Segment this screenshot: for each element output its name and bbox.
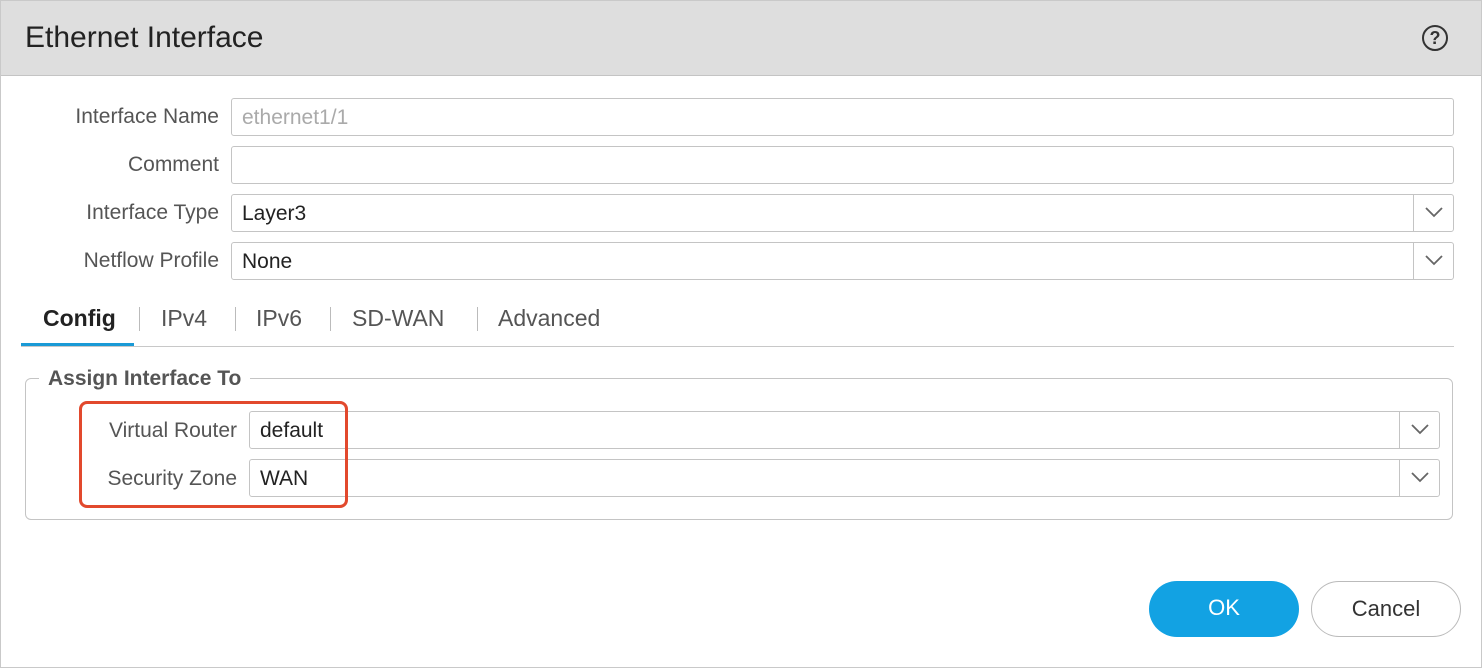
cancel-button[interactable]: Cancel (1311, 581, 1461, 637)
interface-type-label: Interface Type (86, 201, 219, 224)
tab-separator (330, 307, 331, 331)
virtual-router-select[interactable]: default (249, 411, 1440, 449)
dialog-titlebar: Ethernet Interface ? (1, 1, 1481, 76)
comment-label: Comment (127, 153, 219, 176)
tab-ipv4[interactable]: IPv4 (161, 305, 207, 332)
tab-ipv6[interactable]: IPv6 (256, 305, 302, 332)
tab-separator (139, 307, 140, 331)
netflow-profile-value: None (242, 250, 293, 273)
tab-divider (21, 346, 1454, 347)
tab-advanced[interactable]: Advanced (498, 305, 600, 332)
interface-name-input: ethernet1/1 (231, 98, 1454, 136)
tab-separator (235, 307, 236, 331)
chevron-down-icon[interactable] (1399, 411, 1439, 449)
netflow-profile-select[interactable]: None (231, 242, 1454, 280)
active-tab-indicator (21, 343, 134, 346)
interface-name-label: Interface Name (75, 105, 219, 128)
highlight-box (79, 401, 348, 508)
ok-button[interactable]: OK (1149, 581, 1299, 637)
netflow-profile-label: Netflow Profile (83, 249, 219, 272)
tab-separator (477, 307, 478, 331)
chevron-down-icon[interactable] (1399, 459, 1439, 497)
assign-interface-legend: Assign Interface To (39, 367, 251, 391)
interface-type-value: Layer3 (242, 202, 307, 225)
comment-input[interactable] (231, 146, 1454, 184)
security-zone-select[interactable]: WAN (249, 459, 1440, 497)
interface-type-select[interactable]: Layer3 (231, 194, 1454, 232)
interface-name-value: ethernet1/1 (242, 106, 349, 129)
chevron-down-icon[interactable] (1413, 242, 1453, 280)
ethernet-interface-dialog: Ethernet Interface ? Interface Name ethe… (0, 0, 1482, 668)
dialog-title: Ethernet Interface (25, 21, 264, 54)
tab-config[interactable]: Config (43, 305, 116, 332)
chevron-down-icon[interactable] (1413, 194, 1453, 232)
help-icon[interactable]: ? (1422, 25, 1448, 51)
tab-sd-wan[interactable]: SD-WAN (352, 305, 444, 332)
